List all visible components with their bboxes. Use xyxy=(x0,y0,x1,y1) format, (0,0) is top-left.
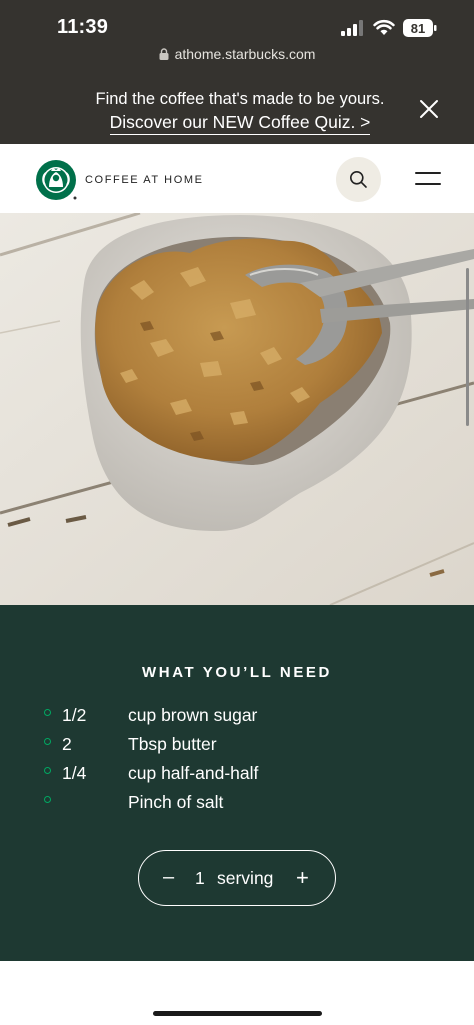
brown-sugar-photo xyxy=(0,213,474,605)
brand-label[interactable]: COFFEE AT HOME xyxy=(85,174,204,186)
increase-servings-button[interactable]: + xyxy=(296,865,309,891)
ingredient-quantity: 1/2 xyxy=(62,705,87,725)
ingredient-description: cup half-and-half xyxy=(128,763,259,783)
bullet-icon xyxy=(44,738,51,745)
status-bar: 11:39 81 xyxy=(0,0,474,52)
ingredient-description: Tbsp butter xyxy=(128,734,217,754)
hamburger-menu-icon[interactable] xyxy=(414,170,442,188)
url-text: athome.starbucks.com xyxy=(174,46,316,62)
ingredient-item: 1/2 cup brown sugar xyxy=(44,705,444,734)
ingredients-section: WHAT YOU’LL NEED 1/2 cup brown sugar 2 T… xyxy=(0,605,474,961)
site-header: COFFEE AT HOME xyxy=(0,144,474,213)
battery-icon: 81 xyxy=(403,19,437,37)
home-indicator[interactable] xyxy=(153,1011,322,1016)
ingredient-list: 1/2 cup brown sugar 2 Tbsp butter 1/4 cu… xyxy=(44,705,444,821)
search-button[interactable] xyxy=(336,157,381,202)
hero-image xyxy=(0,213,474,605)
address-bar[interactable]: athome.starbucks.com xyxy=(0,46,474,66)
promo-text: Find the coffee that's made to be yours. xyxy=(95,90,385,108)
close-icon[interactable] xyxy=(417,97,441,121)
search-icon xyxy=(350,171,367,188)
servings-unit: serving xyxy=(217,868,274,888)
browser-chrome: 11:39 81 athome.starbucks.com Find the c… xyxy=(0,0,474,144)
bullet-icon xyxy=(44,796,51,803)
status-time: 11:39 xyxy=(57,16,109,38)
bullet-icon xyxy=(44,767,51,774)
page-scrollbar[interactable] xyxy=(466,268,469,426)
ingredient-quantity: 2 xyxy=(62,734,72,754)
ingredient-quantity: 1/4 xyxy=(62,763,87,783)
wifi-icon xyxy=(373,19,395,35)
ingredient-description: cup brown sugar xyxy=(128,705,258,725)
bullet-icon xyxy=(44,709,51,716)
lock-icon xyxy=(159,48,169,60)
ingredient-item: 1/4 cup half-and-half xyxy=(44,763,444,792)
ingredient-description: Pinch of salt xyxy=(128,792,224,812)
coffee-quiz-link[interactable]: Discover our NEW Coffee Quiz. > xyxy=(109,111,371,135)
decrease-servings-button[interactable]: – xyxy=(163,866,174,889)
section-title: WHAT YOU’LL NEED xyxy=(142,664,332,681)
servings-count: 1 xyxy=(195,868,205,888)
promo-banner: Find the coffee that's made to be yours.… xyxy=(60,88,420,135)
battery-level: 81 xyxy=(411,21,425,36)
starbucks-logo[interactable] xyxy=(35,159,77,201)
servings-stepper: – 1 serving + xyxy=(138,850,336,906)
ingredient-item: Pinch of salt xyxy=(44,792,444,821)
cellular-signal-icon xyxy=(341,20,363,36)
ingredient-item: 2 Tbsp butter xyxy=(44,734,444,763)
